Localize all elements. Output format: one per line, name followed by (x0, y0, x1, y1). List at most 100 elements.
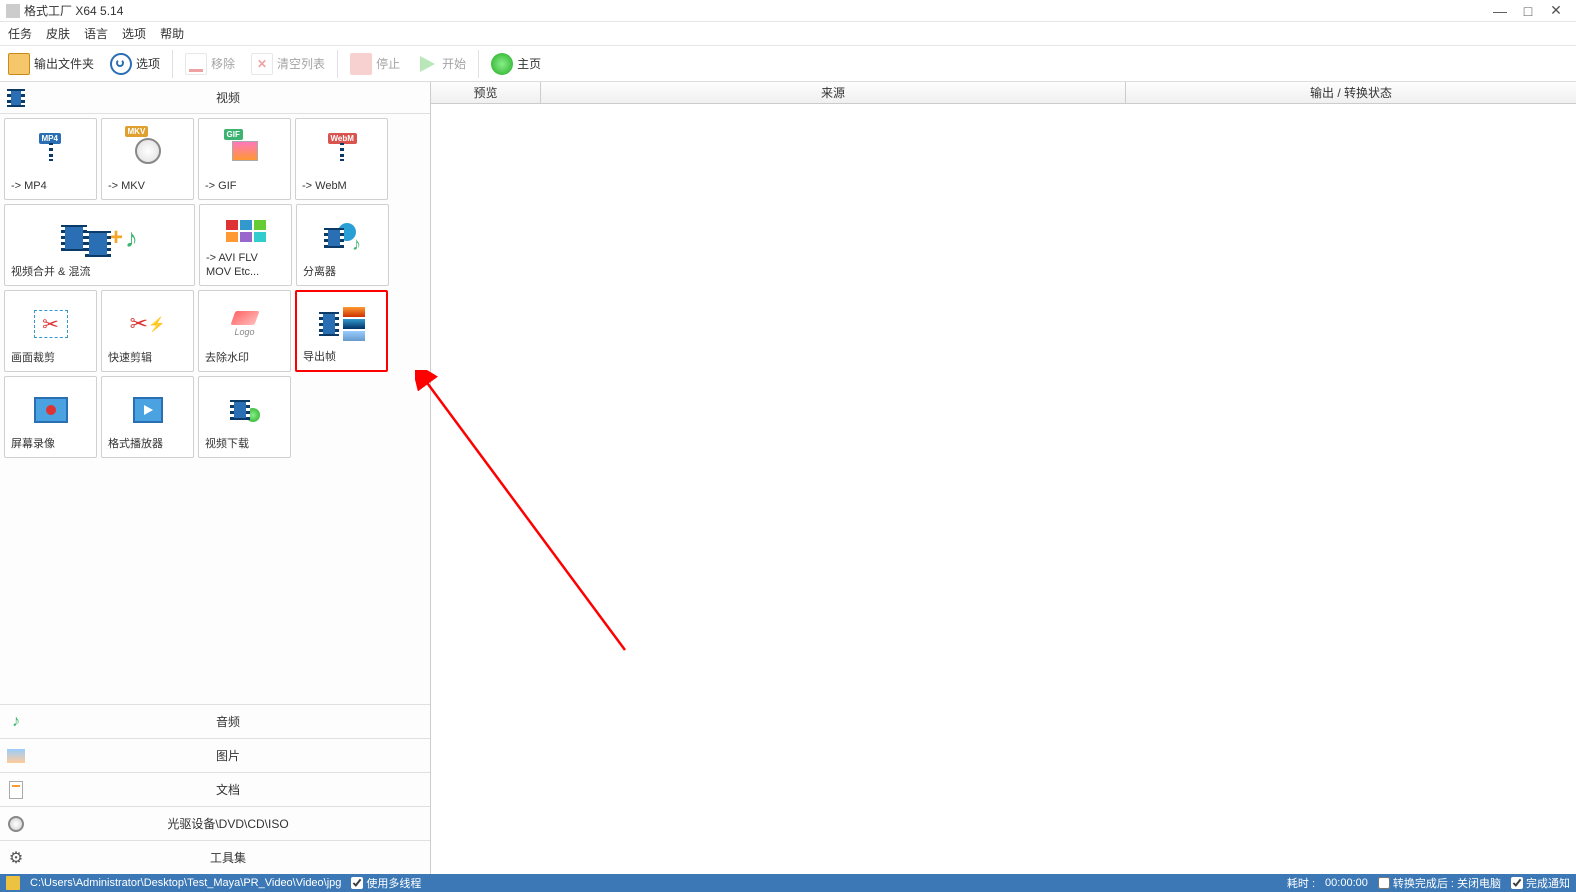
gear-icon: ⚙ (6, 848, 26, 868)
multithread-input[interactable] (351, 877, 363, 889)
toolbar-separator (337, 50, 338, 78)
clear-list-button[interactable]: ✕ 清空列表 (245, 51, 331, 77)
tile-label: 屏幕录像 (11, 437, 90, 451)
remove-label: 移除 (211, 55, 235, 72)
remove-button[interactable]: 移除 (179, 51, 241, 77)
document-icon (6, 780, 26, 800)
complete-notify-checkbox[interactable]: 完成通知 (1511, 875, 1570, 891)
screen-record-icon (11, 383, 90, 437)
tile-label: 画面裁剪 (11, 351, 90, 365)
tile-player[interactable]: 格式播放器 (101, 376, 194, 458)
shutdown-input[interactable] (1378, 877, 1390, 889)
options-label: 选项 (136, 55, 160, 72)
start-button[interactable]: 开始 (410, 51, 472, 77)
tile-label: 格式播放器 (108, 437, 187, 451)
tile-video-download[interactable]: 视频下载 (198, 376, 291, 458)
folder-icon (8, 53, 30, 75)
start-label: 开始 (442, 55, 466, 72)
document-label: 文档 (32, 781, 424, 798)
stop-button[interactable]: 停止 (344, 51, 406, 77)
output-path[interactable]: C:\Users\Administrator\Desktop\Test_Maya… (30, 877, 341, 889)
tile-label: -> GIF (205, 179, 284, 193)
tile-to-webm[interactable]: WebM -> WebM (295, 118, 388, 200)
tile-splitter[interactable]: ♪ 分离器 (296, 204, 389, 286)
toolset-label: 工具集 (32, 849, 424, 866)
task-columns: 预览 来源 输出 / 转换状态 (431, 82, 1576, 104)
splitter-icon: ♪ (303, 211, 382, 265)
webm-icon: WebM (302, 125, 381, 179)
tile-label: -> MP4 (11, 179, 90, 193)
menu-bar: 任务 皮肤 语言 选项 帮助 (0, 22, 1576, 46)
menu-language[interactable]: 语言 (84, 25, 108, 42)
video-category-label: 视频 (32, 89, 424, 106)
remove-icon (185, 53, 207, 75)
tile-label: 快速剪辑 (108, 351, 187, 365)
toolbar-separator (172, 50, 173, 78)
video-category-icon (6, 88, 26, 108)
tile-label: 导出帧 (303, 350, 380, 364)
fast-clip-icon: ✂⚡ (108, 297, 187, 351)
multithread-checkbox[interactable]: 使用多线程 (351, 875, 421, 891)
menu-help[interactable]: 帮助 (160, 25, 184, 42)
options-icon (110, 53, 132, 75)
tile-label: 视频下载 (205, 437, 284, 451)
task-list-area[interactable] (431, 104, 1576, 874)
mkv-icon: MKV (108, 125, 187, 179)
download-icon (205, 383, 284, 437)
tile-screen-record[interactable]: 屏幕录像 (4, 376, 97, 458)
options-button[interactable]: 选项 (104, 51, 166, 77)
avi-etc-icon (206, 211, 285, 251)
image-icon (6, 746, 26, 766)
home-button[interactable]: 主页 (485, 51, 547, 77)
optical-label: 光驱设备\DVD\CD\ISO (32, 815, 424, 832)
tile-label: -> WebM (302, 179, 381, 193)
column-source[interactable]: 来源 (541, 82, 1126, 103)
crop-icon: ✂ (11, 297, 90, 351)
close-button[interactable]: ✕ (1542, 2, 1570, 19)
gif-icon: GIF (205, 125, 284, 179)
after-convert-shutdown[interactable]: 转换完成后 : 关闭电脑 (1378, 875, 1501, 891)
minimize-button[interactable]: — (1486, 3, 1514, 19)
column-preview[interactable]: 预览 (431, 82, 541, 103)
home-label: 主页 (517, 55, 541, 72)
tile-remove-watermark[interactable]: Logo 去除水印 (198, 290, 291, 372)
image-label: 图片 (32, 747, 424, 764)
clear-list-label: 清空列表 (277, 55, 325, 72)
tile-video-merge[interactable]: + ♪ 视频合并 & 混流 (4, 204, 195, 286)
category-toolset[interactable]: ⚙ 工具集 (0, 840, 430, 874)
status-folder-icon[interactable] (6, 876, 20, 890)
menu-task[interactable]: 任务 (8, 25, 32, 42)
category-optical[interactable]: 光驱设备\DVD\CD\ISO (0, 806, 430, 840)
stop-icon (350, 53, 372, 75)
menu-skin[interactable]: 皮肤 (46, 25, 70, 42)
maximize-button[interactable]: □ (1514, 3, 1542, 19)
merge-icon: + ♪ (11, 211, 188, 265)
category-audio[interactable]: ♪ 音频 (0, 704, 430, 738)
tile-to-avi-etc[interactable]: -> AVI FLV MOV Etc... (199, 204, 292, 286)
tile-fast-clip[interactable]: ✂⚡ 快速剪辑 (101, 290, 194, 372)
column-output-status[interactable]: 输出 / 转换状态 (1126, 82, 1576, 103)
play-icon (416, 53, 438, 75)
tile-to-mkv[interactable]: MKV -> MKV (101, 118, 194, 200)
category-document[interactable]: 文档 (0, 772, 430, 806)
tile-label: -> MKV (108, 179, 187, 193)
app-icon (6, 4, 20, 18)
tile-export-frame[interactable]: 导出帧 (295, 290, 388, 372)
task-panel: 预览 来源 输出 / 转换状态 (431, 82, 1576, 874)
tile-label: 去除水印 (205, 351, 284, 365)
toolbar-separator (478, 50, 479, 78)
tile-label: 分离器 (303, 265, 382, 279)
clear-icon: ✕ (251, 53, 273, 75)
category-panel: 视频 MP4 -> MP4 MKV (0, 82, 431, 874)
title-bar: 格式工厂 X64 5.14 — □ ✕ (0, 0, 1576, 22)
window-title: 格式工厂 X64 5.14 (24, 2, 1486, 19)
category-header-video[interactable]: 视频 (0, 82, 430, 114)
tile-crop[interactable]: ✂ 画面裁剪 (4, 290, 97, 372)
category-image[interactable]: 图片 (0, 738, 430, 772)
menu-options[interactable]: 选项 (122, 25, 146, 42)
tile-to-mp4[interactable]: MP4 -> MP4 (4, 118, 97, 200)
output-folder-label: 输出文件夹 (34, 55, 94, 72)
notify-input[interactable] (1511, 877, 1523, 889)
tile-to-gif[interactable]: GIF -> GIF (198, 118, 291, 200)
output-folder-button[interactable]: 输出文件夹 (2, 51, 100, 77)
